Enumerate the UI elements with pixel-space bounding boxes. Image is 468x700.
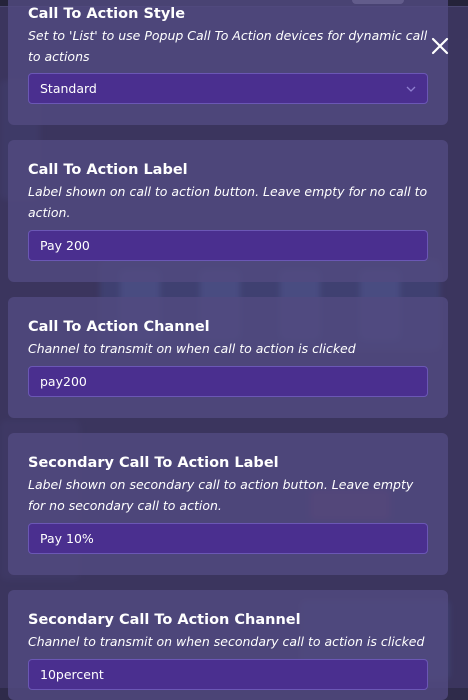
call-to-action-channel-input[interactable]: pay200 <box>28 366 428 397</box>
panel-call-to-action-label: Call To Action Label Label shown on call… <box>8 140 448 282</box>
panel-title: Call To Action Label <box>28 162 188 178</box>
panel-description: Label shown on call to action button. Le… <box>28 184 428 220</box>
panel-description: Label shown on secondary call to action … <box>28 477 414 513</box>
panel-description: Channel to transmit on when call to acti… <box>28 341 356 356</box>
call-to-action-label-input[interactable]: Pay 200 <box>28 230 428 261</box>
select-value: Standard <box>40 81 97 96</box>
panel-description: Set to 'List' to use Popup Call To Actio… <box>28 28 428 64</box>
input-value: 10percent <box>40 667 104 682</box>
call-to-action-style-select[interactable]: Standard <box>28 73 428 104</box>
secondary-call-to-action-label-input[interactable]: Pay 10% <box>28 523 428 554</box>
input-value: pay200 <box>40 374 87 389</box>
panel-secondary-call-to-action-label: Secondary Call To Action Label Label sho… <box>8 433 448 575</box>
panel-title: Secondary Call To Action Channel <box>28 612 301 628</box>
panel-secondary-call-to-action-channel: Secondary Call To Action Channel Channel… <box>8 590 448 700</box>
panel-call-to-action-style: Call To Action Style Set to 'List' to us… <box>8 0 448 125</box>
input-value: Pay 10% <box>40 531 94 546</box>
input-value: Pay 200 <box>40 238 90 253</box>
panel-call-to-action-channel: Call To Action Channel Channel to transm… <box>8 297 448 418</box>
secondary-call-to-action-channel-input[interactable]: 10percent <box>28 659 428 690</box>
panel-title: Secondary Call To Action Label <box>28 455 279 471</box>
close-icon[interactable] <box>428 34 452 58</box>
panel-description: Channel to transmit on when secondary ca… <box>28 634 425 649</box>
panel-title: Call To Action Channel <box>28 319 210 335</box>
panel-title: Call To Action Style <box>28 6 186 22</box>
chevron-down-icon <box>406 86 416 92</box>
